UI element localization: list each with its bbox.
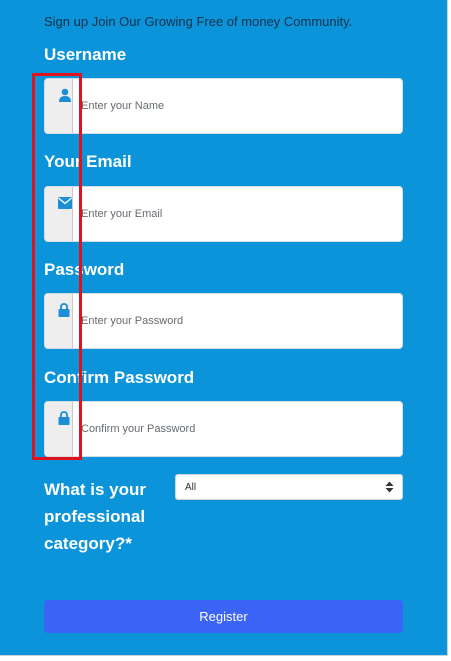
confirm-password-input[interactable]	[81, 402, 391, 456]
email-input[interactable]	[81, 187, 391, 241]
confirm-password-addon	[45, 402, 73, 456]
email-addon	[45, 187, 73, 241]
password-field[interactable]	[44, 293, 403, 349]
select-arrows-icon	[385, 481, 394, 493]
username-label: Username	[44, 45, 127, 64]
confirm-password-label: Confirm Password	[44, 368, 195, 387]
lock-icon	[58, 411, 70, 425]
password-addon	[45, 294, 73, 348]
username-addon	[45, 79, 73, 133]
user-icon	[59, 88, 71, 102]
password-input[interactable]	[81, 294, 391, 348]
lock-icon	[58, 303, 70, 317]
category-select[interactable]: All	[175, 474, 403, 500]
category-label: What is your professional category?*	[44, 480, 147, 553]
username-input[interactable]	[81, 79, 391, 133]
confirm-password-field[interactable]	[44, 401, 403, 457]
envelope-icon	[58, 197, 72, 209]
password-label: Password	[44, 260, 125, 279]
intro-text: Sign up Join Our Growing Free of money C…	[44, 14, 353, 29]
email-label: Your Email	[44, 152, 132, 171]
email-field[interactable]	[44, 186, 403, 242]
username-field[interactable]	[44, 78, 403, 134]
register-button[interactable]: Register	[44, 600, 403, 633]
signup-panel: Sign up Join Our Growing Free of money C…	[0, 0, 448, 656]
category-selected-value: All	[185, 482, 197, 493]
